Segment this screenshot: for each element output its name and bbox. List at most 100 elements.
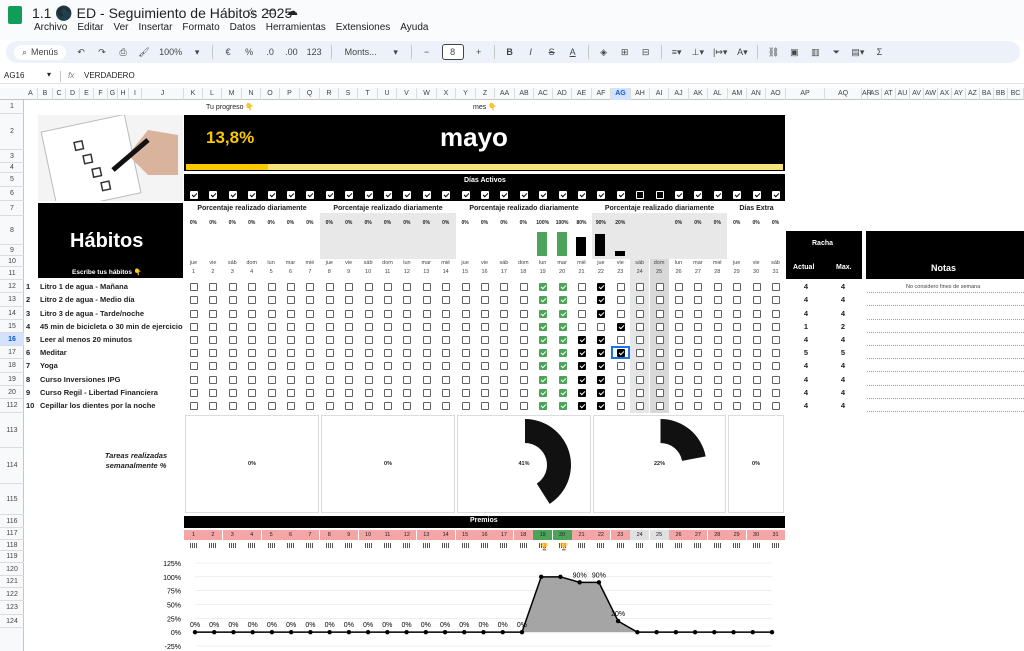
habit-checkbox[interactable] [209, 310, 218, 318]
habit-checkbox[interactable] [287, 389, 295, 397]
habit-checkbox[interactable] [558, 376, 567, 384]
habit-checkbox[interactable] [713, 349, 722, 357]
dias-activos-checkbox[interactable] [248, 191, 257, 199]
premio-day-4[interactable]: 4 [242, 530, 262, 540]
habit-checkbox[interactable] [422, 402, 431, 410]
column-header-k[interactable]: K [184, 88, 203, 100]
habit-checkbox[interactable] [752, 336, 761, 344]
row-header-118[interactable]: 118 [0, 540, 24, 551]
column-header-ax[interactable]: AX [938, 88, 952, 100]
strikethrough-button[interactable]: S [546, 44, 558, 60]
habit-checkbox[interactable] [597, 362, 606, 370]
column-header-y[interactable]: Y [456, 88, 476, 100]
dias-activos-checkbox[interactable] [616, 191, 625, 199]
dias-activos-checkbox[interactable] [636, 191, 645, 199]
habit-checkbox[interactable] [772, 389, 780, 397]
column-header-ao[interactable]: AO [766, 88, 786, 100]
habit-checkbox[interactable] [578, 310, 586, 318]
habit-checkbox[interactable] [442, 376, 451, 384]
dias-activos-checkbox[interactable] [481, 191, 489, 199]
premio-day-27[interactable]: 27 [688, 530, 708, 540]
habit-name[interactable]: Litro 2 de agua - Medio día [40, 295, 135, 304]
habit-checkbox[interactable] [325, 323, 334, 331]
dias-activos-checkbox[interactable] [403, 191, 412, 199]
dias-activos-checkbox[interactable] [364, 191, 373, 199]
chevron-down-icon[interactable]: ▾ [390, 44, 402, 60]
habit-checkbox[interactable] [713, 389, 722, 397]
habit-checkbox[interactable] [190, 323, 198, 331]
notes-row[interactable] [867, 398, 1024, 399]
habit-checkbox[interactable] [325, 389, 334, 397]
habit-name[interactable]: Curso Inversiones IPG [40, 375, 120, 384]
habit-checkbox[interactable] [287, 362, 295, 370]
habit-checkbox[interactable] [713, 376, 722, 384]
premio-day-2[interactable]: 2 [203, 530, 223, 540]
habit-checkbox[interactable] [287, 296, 295, 304]
column-header-at[interactable]: AT [882, 88, 896, 100]
habit-checkbox[interactable] [578, 349, 586, 357]
habit-checkbox[interactable] [422, 336, 431, 344]
habit-checkbox[interactable] [287, 310, 295, 318]
column-header-bc[interactable]: BC [1008, 88, 1024, 100]
column-header-x[interactable]: X [437, 88, 456, 100]
habit-checkbox[interactable] [558, 323, 567, 331]
habit-name[interactable]: Cepillar los dientes por la noche [40, 401, 155, 410]
habit-checkbox[interactable] [539, 296, 548, 304]
habit-checkbox[interactable] [616, 389, 625, 397]
habit-checkbox[interactable] [384, 323, 392, 331]
habit-checkbox[interactable] [578, 296, 586, 304]
habit-checkbox[interactable] [306, 283, 315, 291]
habit-checkbox[interactable] [190, 402, 198, 410]
functions-icon[interactable]: Σ [873, 44, 885, 60]
habit-checkbox[interactable] [519, 323, 528, 331]
habit-checkbox[interactable] [325, 362, 334, 370]
habit-checkbox[interactable] [752, 283, 761, 291]
habit-checkbox[interactable] [655, 376, 664, 384]
font-select[interactable]: Monts... [341, 44, 381, 60]
habit-checkbox[interactable] [384, 402, 392, 410]
habit-checkbox[interactable] [772, 296, 780, 304]
row-header-7[interactable]: 7 [0, 201, 24, 216]
column-header-ay[interactable]: AY [952, 88, 966, 100]
habit-checkbox[interactable] [500, 283, 509, 291]
habit-name[interactable]: Curso Regil - Libertad Financiera [40, 388, 158, 397]
habit-checkbox[interactable] [578, 323, 586, 331]
notes-row[interactable] [867, 411, 1024, 412]
habit-name[interactable]: Litro 3 de agua - Tarde/noche [40, 309, 144, 318]
habit-checkbox[interactable] [364, 376, 373, 384]
habit-checkbox[interactable] [694, 296, 703, 304]
habit-checkbox[interactable] [228, 283, 237, 291]
habit-checkbox[interactable] [500, 349, 509, 357]
habit-checkbox[interactable] [752, 402, 761, 410]
habit-checkbox[interactable] [558, 283, 567, 291]
habit-checkbox[interactable] [248, 296, 257, 304]
column-header-s[interactable]: S [339, 88, 358, 100]
align-horizontal-icon[interactable]: ≡▾ [671, 44, 683, 60]
habit-checkbox[interactable] [461, 349, 470, 357]
habit-checkbox[interactable] [345, 389, 354, 397]
habit-checkbox[interactable] [461, 336, 470, 344]
column-header-az[interactable]: AZ [966, 88, 980, 100]
habit-checkbox[interactable] [306, 296, 315, 304]
habit-checkbox[interactable] [209, 336, 218, 344]
habit-checkbox[interactable] [752, 296, 761, 304]
dias-activos-checkbox[interactable] [675, 191, 683, 199]
habit-checkbox[interactable] [539, 283, 548, 291]
dias-activos-checkbox[interactable] [345, 191, 354, 199]
habit-checkbox[interactable] [713, 336, 722, 344]
habit-checkbox[interactable] [190, 389, 198, 397]
bold-button[interactable]: B [504, 44, 516, 60]
comment-icon[interactable]: ▣ [788, 44, 800, 60]
dias-activos-checkbox[interactable] [597, 191, 606, 199]
habit-checkbox[interactable] [694, 362, 703, 370]
habit-checkbox[interactable] [636, 296, 645, 304]
habit-checkbox[interactable] [675, 283, 683, 291]
habit-checkbox[interactable] [558, 310, 567, 318]
dias-activos-checkbox[interactable] [539, 191, 548, 199]
column-header-an[interactable]: AN [747, 88, 766, 100]
dias-activos-checkbox[interactable] [733, 191, 742, 199]
habit-checkbox[interactable] [636, 376, 645, 384]
habit-checkbox[interactable] [616, 362, 625, 370]
menu-ayuda[interactable]: Ayuda [400, 22, 428, 33]
habit-checkbox[interactable] [481, 336, 489, 344]
